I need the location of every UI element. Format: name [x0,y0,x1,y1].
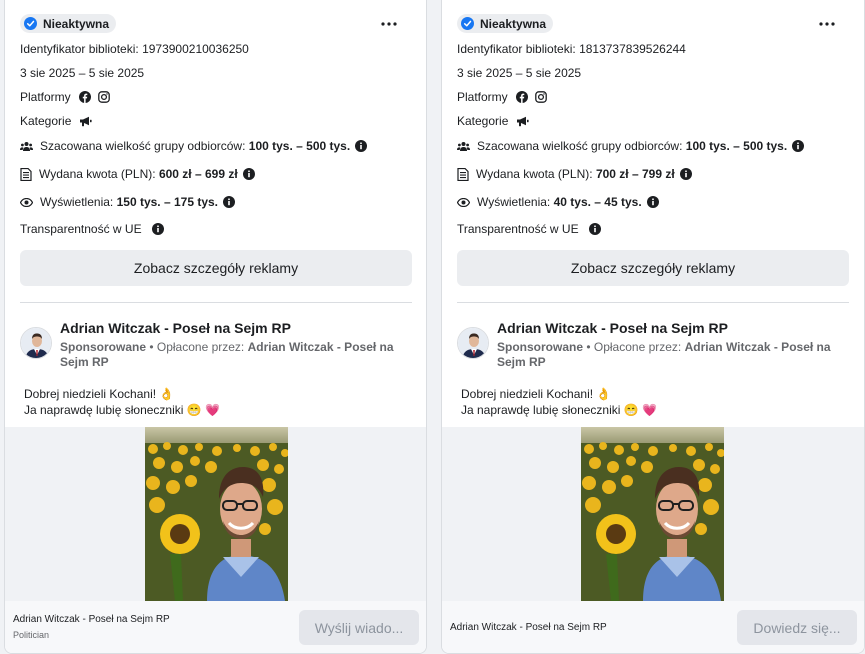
divider [20,302,412,303]
platforms-label: Platformy [20,90,71,104]
paid-by-label: • Opłacone przez: [583,340,685,354]
platforms-label: Platformy [457,90,508,104]
instagram-icon [97,91,110,103]
page-name[interactable]: Adrian Witczak - Poseł na Sejm RP [497,320,728,336]
ad-footer: Adrian Witczak - Poseł na Sejm RP Dowied… [442,601,864,653]
status-badge: Nieaktywna [457,14,554,33]
people-icon [20,141,33,151]
status-label: Nieaktywna [43,16,110,31]
receipt-icon [457,167,469,181]
platforms-row: Platformy [457,90,547,104]
ad-image[interactable] [581,427,724,601]
ad-text-line: Ja naprawdę lubię słoneczniki 😁 💗 [461,403,657,417]
see-ad-details-button[interactable]: Zobacz szczegóły reklamy [457,250,849,286]
info-icon[interactable] [151,223,164,235]
eu-transparency-label: Transparentność w UE [457,222,579,236]
impressions-row: Wyświetlenia: 150 tys. – 175 tys. [20,195,236,209]
page-avatar[interactable] [20,327,52,359]
impressions-value: 150 tys. – 175 tys. [116,195,219,209]
receipt-icon [20,167,32,181]
eu-transparency-row: Transparentność w UE [457,222,601,236]
info-icon[interactable] [242,168,255,180]
categories-row: Kategorie [20,114,92,128]
impressions-label: Wyświetlenia: [40,195,114,209]
amount-spent-row: Wydana kwota (PLN): 700 zł – 799 zł [457,167,692,181]
audience-size-row: Szacowana wielkość grupy odbiorców: 100 … [20,139,368,153]
categories-label: Kategorie [20,114,72,128]
ad-text-line: Dobrej niedzieli Kochani! 👌 [24,387,175,401]
eu-transparency-row: Transparentność w UE [20,222,164,236]
megaphone-icon [80,116,92,126]
page-avatar[interactable] [457,327,489,359]
run-dates-text: 3 sie 2025 – 5 sie 2025 [457,66,582,80]
inactive-check-icon [24,17,37,30]
audience-label: Szacowana wielkość grupy odbiorców: [40,139,246,153]
impressions-row: Wyświetlenia: 40 tys. – 45 tys. [457,195,659,209]
run-dates-text: 3 sie 2025 – 5 sie 2025 [20,66,145,80]
eye-icon [457,197,470,207]
eu-transparency-label: Transparentność w UE [20,222,142,236]
library-id: Identyfikator biblioteki: 19739002100362… [20,42,249,56]
see-ad-details-button[interactable]: Zobacz szczegóły reklamy [20,250,412,286]
sponsor-line: Sponsorowane • Opłacone przez: Adrian Wi… [497,340,857,370]
ad-body-text: Dobrej niedzieli Kochani! 👌 Ja naprawdę … [24,386,220,418]
amount-spent-label: Wydana kwota (PLN): [476,167,593,181]
paid-by-label: • Opłacone przez: [146,340,248,354]
platforms-row: Platformy [20,90,110,104]
ad-image[interactable] [145,427,288,601]
sponsored-label: Sponsorowane [60,340,147,354]
ad-card: Nieaktywna Identyfikator biblioteki: 181… [441,0,865,654]
run-dates: 3 sie 2025 – 5 sie 2025 [457,66,581,80]
amount-spent-row: Wydana kwota (PLN): 600 zł – 699 zł [20,167,255,181]
info-icon[interactable] [679,168,692,180]
sponsor-line: Sponsorowane • Opłacone przez: Adrian Wi… [60,340,420,370]
facebook-icon [515,91,528,103]
audience-label: Szacowana wielkość grupy odbiorców: [477,139,683,153]
ad-media[interactable] [442,427,864,601]
instagram-icon [534,91,547,103]
more-options-icon[interactable] [815,14,839,34]
ad-text-line: Ja naprawdę lubię słoneczniki 😁 💗 [24,403,220,417]
info-icon[interactable] [792,140,805,152]
eye-icon [20,197,33,207]
cta-button[interactable]: Dowiedz się... [737,610,857,645]
status-badge: Nieaktywna [20,14,117,33]
footer-category: Politician [13,630,50,640]
page-name[interactable]: Adrian Witczak - Poseł na Sejm RP [60,320,291,336]
info-icon[interactable] [223,196,236,208]
categories-label: Kategorie [457,114,509,128]
cta-button[interactable]: Wyślij wiado... [299,610,419,645]
ad-text-line: Dobrej niedzieli Kochani! 👌 [461,387,612,401]
sponsored-label: Sponsorowane [497,340,584,354]
library-id-text: Identyfikator biblioteki: 18137378395262… [457,42,686,56]
audience-value: 100 tys. – 500 tys. [248,139,351,153]
categories-row: Kategorie [457,114,529,128]
library-id-text: Identyfikator biblioteki: 19739002100362… [20,42,249,56]
info-icon[interactable] [646,196,659,208]
impressions-label: Wyświetlenia: [477,195,551,209]
amount-spent-label: Wydana kwota (PLN): [39,167,156,181]
divider [457,302,849,303]
amount-spent-value: 700 zł – 799 zł [595,167,675,181]
megaphone-icon [517,116,529,126]
ad-card: Nieaktywna Identyfikator biblioteki: 197… [4,0,427,654]
impressions-value: 40 tys. – 45 tys. [553,195,642,209]
status-label: Nieaktywna [480,16,547,31]
run-dates: 3 sie 2025 – 5 sie 2025 [20,66,144,80]
footer-page-name: Adrian Witczak - Poseł na Sejm RP [450,622,607,633]
more-options-icon[interactable] [377,14,401,34]
ad-media[interactable] [5,427,426,601]
ad-body-text: Dobrej niedzieli Kochani! 👌 Ja naprawdę … [461,386,657,418]
audience-size-row: Szacowana wielkość grupy odbiorców: 100 … [457,139,805,153]
amount-spent-value: 600 zł – 699 zł [158,167,238,181]
people-icon [457,141,470,151]
ad-footer: Adrian Witczak - Poseł na Sejm RP Politi… [5,601,426,653]
facebook-icon [78,91,91,103]
audience-value: 100 tys. – 500 tys. [685,139,788,153]
footer-page-name: Adrian Witczak - Poseł na Sejm RP [13,614,170,625]
info-icon[interactable] [588,223,601,235]
inactive-check-icon [461,17,474,30]
info-icon[interactable] [355,140,368,152]
library-id: Identyfikator biblioteki: 18137378395262… [457,42,686,56]
